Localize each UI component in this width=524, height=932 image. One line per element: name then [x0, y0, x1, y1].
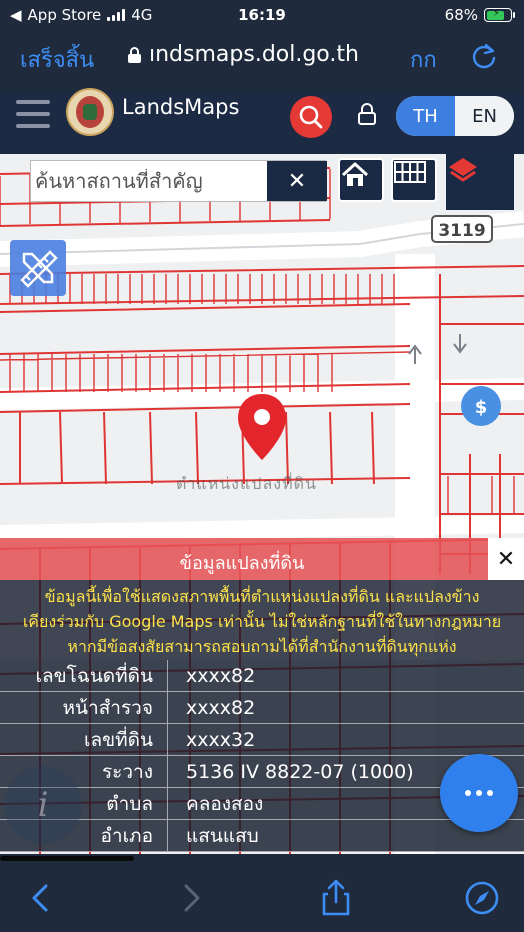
share-icon[interactable] [316, 878, 356, 918]
compass-icon[interactable] [462, 878, 502, 918]
row-label: หน้าสำรวจ [0, 692, 168, 723]
row-value: 5136 IV 8822-07 (1000) [186, 761, 414, 783]
back-chevron-icon[interactable] [22, 878, 62, 918]
lang-en-button[interactable]: EN [455, 96, 514, 136]
app-header: LandsMaps TH EN [0, 88, 524, 154]
row-value: xxxx32 [186, 729, 256, 751]
more-dot-icon [487, 790, 493, 796]
done-button[interactable]: เสร็จสิ้น [20, 42, 94, 77]
row-value: แสนแสบ [186, 825, 259, 847]
table-row: หน้าสำรวจ xxxx82 [0, 692, 524, 724]
svg-text:$: $ [475, 397, 488, 418]
reload-icon[interactable] [470, 42, 498, 70]
secure-lock-icon [128, 46, 141, 63]
lang-th-button[interactable]: TH [396, 96, 455, 136]
menu-icon[interactable] [16, 100, 50, 128]
forward-chevron-icon[interactable] [170, 878, 210, 918]
more-options-button[interactable] [440, 754, 518, 832]
info-icon[interactable]: i [4, 766, 82, 844]
browser-toolbar [0, 854, 524, 932]
scroll-indicator [0, 856, 134, 861]
table-row: เลขที่ดิน xxxx32 [0, 724, 524, 756]
road-number-label: 3119 [438, 221, 485, 241]
row-value: xxxx82 [186, 697, 256, 719]
search-button[interactable] [290, 96, 332, 138]
more-dot-icon [465, 790, 471, 796]
language-toggle: TH EN [396, 96, 514, 136]
app-frame: ◀ App Store 4G 16:19 68% ⚡ เสร็จสิ้น ınd… [0, 0, 524, 932]
home-icon [341, 162, 369, 186]
layers-icon [449, 158, 477, 182]
disclaimer-line: หากมีข้อสงสัยสามารถสอบถามได้ที่สำนักงานท… [67, 637, 457, 656]
login-lock-icon[interactable] [356, 102, 378, 126]
clear-search-button[interactable]: ✕ [267, 161, 327, 201]
place-search-input[interactable] [31, 169, 267, 193]
parcel-info-table: เลขโฉนดที่ดิน xxxx82 หน้าสำรวจ xxxx82 เล… [0, 660, 524, 852]
disclaimer-line: เคียงร่วมกับ Google Maps เท่านั้น ไม่ใช่… [22, 612, 502, 631]
grid-table-icon [394, 161, 426, 183]
row-value: คลองสอง [186, 793, 264, 815]
disclaimer-line: ข้อมูลนี้เพื่อใช้แสดงสภาพพื้นที่ตำแหน่งแ… [44, 587, 480, 606]
row-label: เลขที่ดิน [0, 724, 168, 755]
status-bar: ◀ App Store 4G 16:19 68% ⚡ [0, 0, 524, 30]
measure-tool-button[interactable] [10, 240, 66, 296]
disclaimer-notice: ข้อมูลนี้เพื่อใช้แสดงสภาพพื้นที่ตำแหน่งแ… [0, 580, 524, 660]
layers-button[interactable] [446, 154, 514, 210]
address-bar[interactable]: ındsmaps.dol.go.th [128, 42, 359, 67]
address-bar-row: เสร็จสิ้น ındsmaps.dol.go.th กก [0, 36, 524, 80]
row-label: เลขโฉนดที่ดิน [0, 660, 168, 691]
table-row: เลขโฉนดที่ดิน xxxx82 [0, 660, 524, 692]
app-title: LandsMaps [122, 95, 240, 119]
ruler-pencil-icon [20, 250, 58, 288]
pin-label: ตำแหน่งแปลงที่ดิน [176, 474, 317, 493]
battery-icon: ⚡ [484, 8, 515, 22]
more-dot-icon [476, 790, 482, 796]
url-text: ındsmaps.dol.go.th [149, 42, 359, 67]
browser-top-bar: ◀ App Store 4G 16:19 68% ⚡ เสร็จสิ้น ınd… [0, 0, 524, 92]
text-size-button[interactable]: กก [410, 42, 437, 77]
battery-percent: 68% [444, 6, 478, 24]
grid-button[interactable] [391, 158, 437, 202]
row-value: xxxx82 [186, 665, 256, 687]
parcel-info-title: ข้อมูลแปลงที่ดิน [179, 553, 305, 574]
table-row: อำเภอ แสนแสบ [0, 820, 524, 852]
search-icon [299, 105, 323, 129]
parcel-info-header: ข้อมูลแปลงที่ดิน [0, 538, 524, 580]
place-search-box: ✕ [30, 160, 327, 202]
close-panel-button[interactable]: ✕ [488, 538, 524, 580]
home-button[interactable] [338, 158, 384, 202]
department-logo [66, 88, 114, 136]
